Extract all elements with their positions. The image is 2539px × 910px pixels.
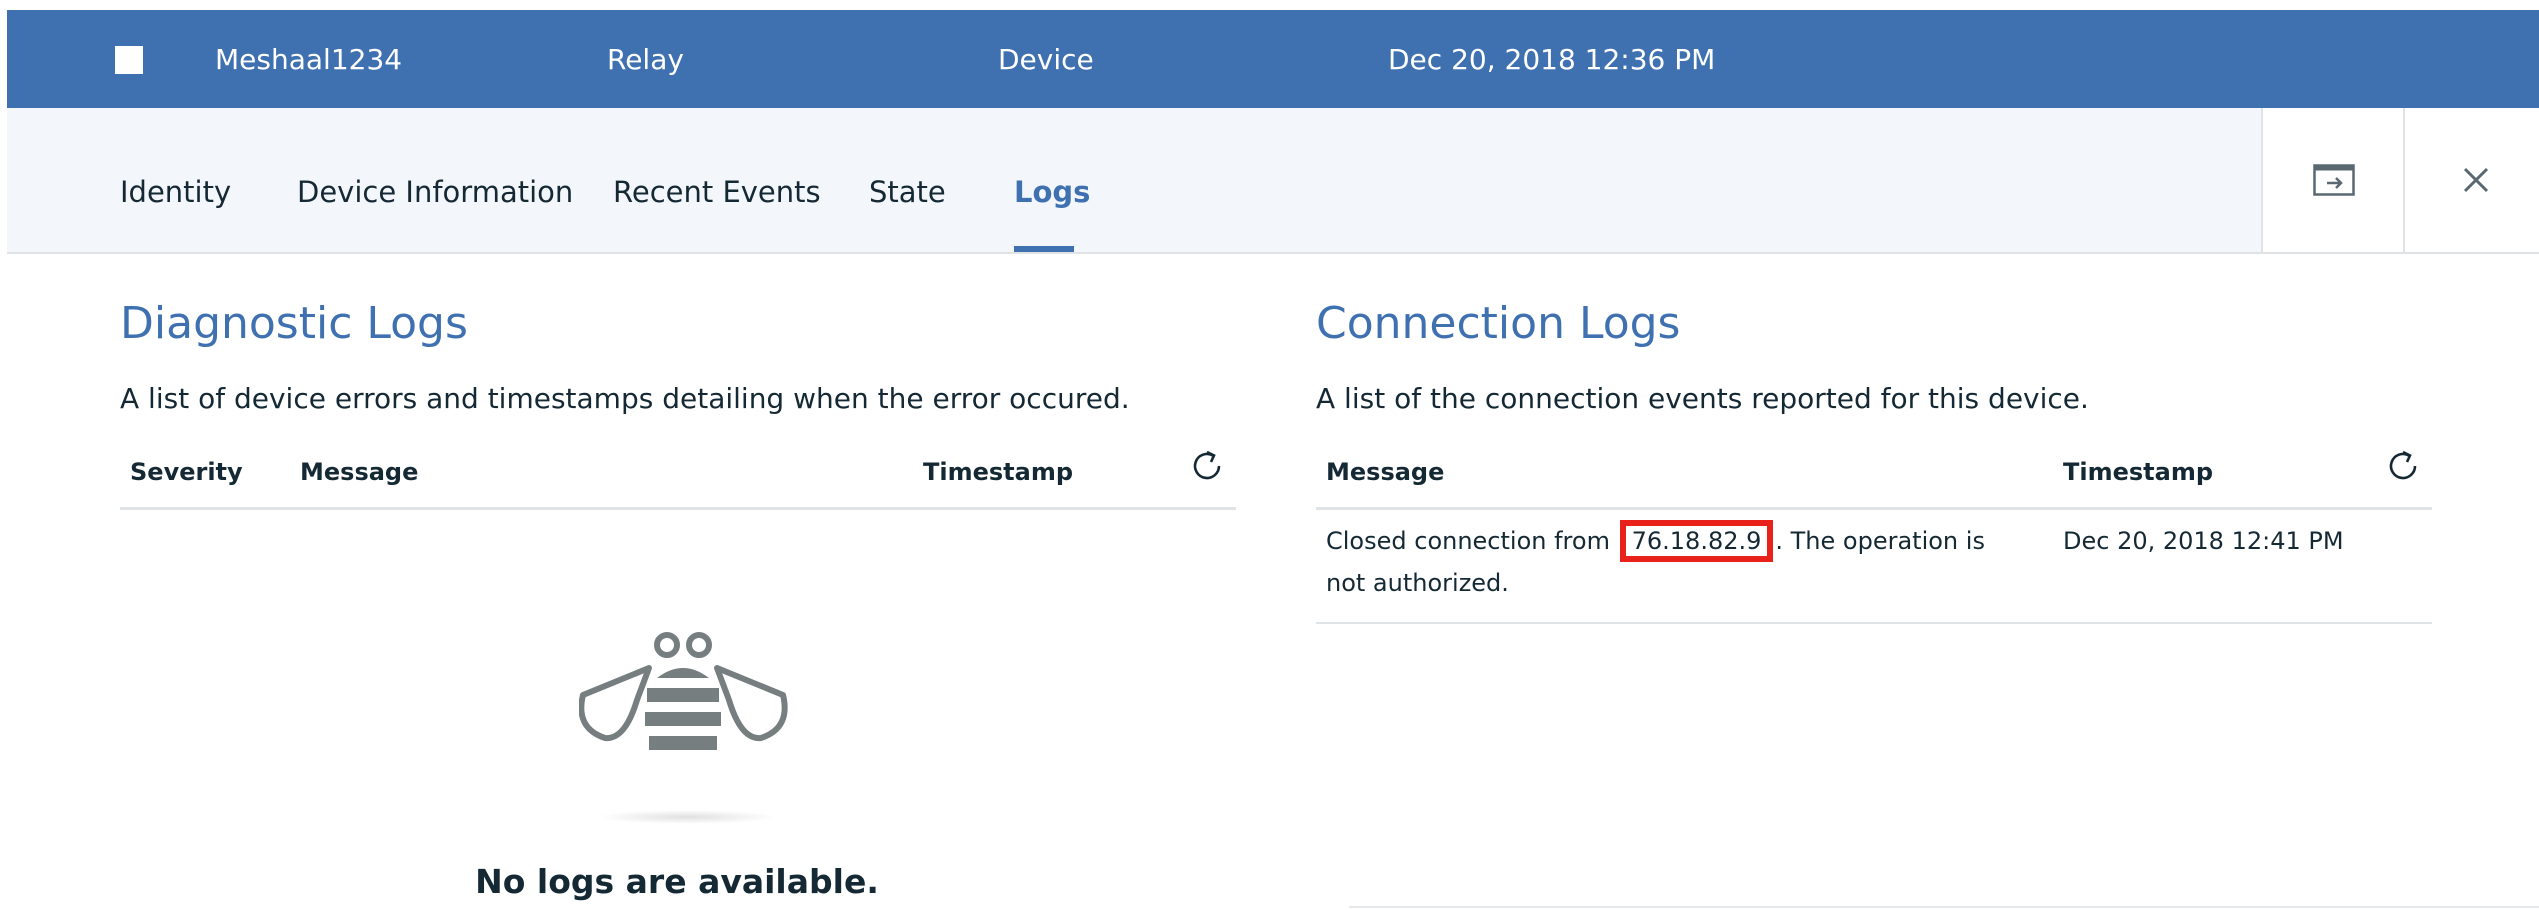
table-row-message: Closed connection from 76.18.82.9. The o…	[1326, 520, 2016, 604]
diagnostic-logs-description: A list of device errors and timestamps d…	[120, 382, 1130, 415]
column-header-timestamp[interactable]: Timestamp	[923, 458, 1073, 486]
device-type: Relay	[607, 43, 684, 76]
connection-table-divider	[1316, 507, 2432, 510]
diagnostic-table-divider	[120, 507, 1236, 510]
tab-state[interactable]: State	[869, 173, 946, 211]
device-detail-panel: Meshaal1234 Relay Device Dec 20, 2018 12…	[7, 10, 2539, 910]
tab-logs[interactable]: Logs	[1014, 173, 1090, 211]
panel-bottom-divider	[1349, 906, 2539, 908]
message-prefix: Closed connection from	[1326, 527, 1610, 555]
column-header-severity[interactable]: Severity	[130, 458, 243, 486]
tab-bar: Identity Device Information Recent Event…	[7, 108, 2539, 254]
bee-icon	[579, 632, 788, 750]
empty-state-shadow	[597, 810, 777, 824]
empty-state-text: No logs are available.	[475, 862, 879, 901]
panel-expand-icon	[2313, 164, 2355, 196]
row-checkbox[interactable]	[115, 46, 143, 74]
close-panel-button[interactable]	[2403, 108, 2539, 252]
column-header-message[interactable]: Message	[1326, 458, 1444, 486]
date-added: Dec 20, 2018 12:36 PM	[1388, 43, 1716, 76]
tab-device-information[interactable]: Device Information	[297, 173, 573, 211]
connection-logs-description: A list of the connection events reported…	[1316, 382, 2089, 415]
device-header-row: Meshaal1234 Relay Device Dec 20, 2018 12…	[7, 10, 2539, 108]
connection-row-divider	[1316, 622, 2432, 624]
tab-recent-events[interactable]: Recent Events	[613, 173, 821, 211]
column-header-message[interactable]: Message	[300, 458, 418, 486]
refresh-icon[interactable]	[2385, 448, 2421, 484]
expand-panel-button[interactable]	[2261, 108, 2405, 252]
active-tab-indicator	[1014, 246, 1074, 252]
device-class: Device	[998, 43, 1094, 76]
connection-logs-title: Connection Logs	[1316, 298, 1681, 349]
close-icon	[2463, 167, 2489, 193]
highlighted-ip-address: 76.18.82.9	[1619, 520, 1774, 562]
device-id: Meshaal1234	[215, 43, 403, 76]
table-row-timestamp: Dec 20, 2018 12:41 PM	[2063, 527, 2344, 555]
diagnostic-logs-title: Diagnostic Logs	[120, 298, 468, 349]
tab-identity[interactable]: Identity	[120, 173, 231, 211]
refresh-icon[interactable]	[1189, 448, 1225, 484]
column-header-timestamp[interactable]: Timestamp	[2063, 458, 2213, 486]
